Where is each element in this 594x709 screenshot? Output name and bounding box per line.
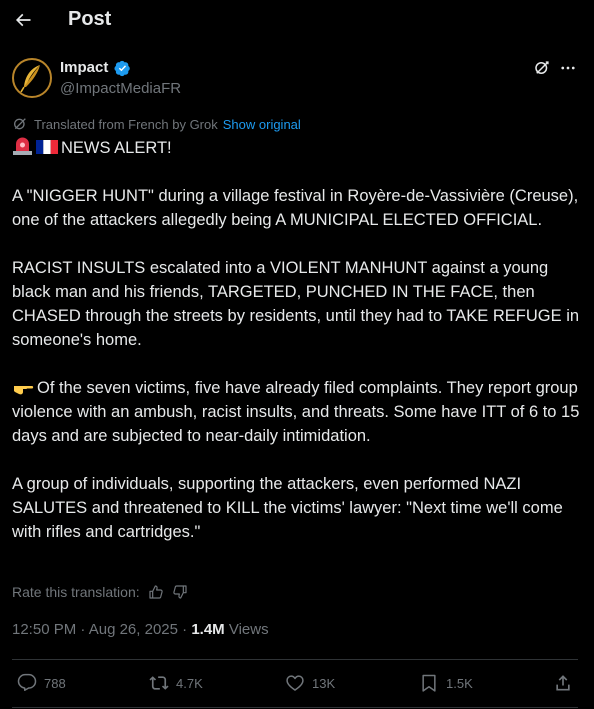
reply-count: 788: [44, 675, 66, 691]
like-button[interactable]: 13K: [285, 673, 335, 693]
grok-small-icon: [14, 118, 26, 130]
author-name[interactable]: Impact: [60, 59, 108, 76]
like-icon: [286, 675, 304, 691]
rate-translation: Rate this translation:: [12, 583, 188, 601]
avatar[interactable]: [12, 58, 52, 98]
post-date[interactable]: Aug 26, 2025: [89, 621, 178, 638]
bookmark-count: 1.5K: [446, 675, 473, 691]
paragraph-1: A "NIGGER HUNT" during a village festiva…: [12, 187, 579, 229]
header-bar: Post: [0, 0, 594, 40]
thumbs-up-icon[interactable]: [148, 584, 164, 600]
divider: [12, 707, 578, 708]
feather-logo-icon: [20, 65, 40, 93]
bookmark-icon: [422, 674, 436, 692]
police-light-emoji: [13, 137, 32, 155]
reply-button[interactable]: 788: [17, 673, 66, 693]
like-count: 13K: [312, 675, 336, 691]
page-title: Post: [68, 8, 112, 30]
post-meta: 12:50 PM · Aug 26, 2025 · 1.4M Views: [12, 621, 269, 638]
share-button[interactable]: [553, 673, 580, 693]
reply-icon: [17, 673, 37, 691]
translation-note-text: Translated from French by Grok: [34, 116, 218, 132]
post-text: NEWS ALERT! A "NIGGER HUNT" during a vil…: [12, 136, 582, 544]
more-icon[interactable]: [559, 58, 577, 78]
repost-count: 4.7K: [176, 675, 203, 691]
repost-button[interactable]: 4.7K: [149, 673, 203, 693]
back-arrow-icon[interactable]: [13, 10, 33, 30]
pointing-hand-emoji: [14, 386, 34, 395]
thumbs-down-icon[interactable]: [172, 584, 188, 600]
meta-separator: ·: [80, 621, 89, 638]
translation-note: Translated from French by Grok Show orig…: [12, 115, 301, 133]
show-original-link[interactable]: Show original: [223, 117, 301, 132]
repost-icon: [149, 676, 169, 690]
alert-text: NEWS ALERT!: [61, 139, 172, 157]
grok-icon[interactable]: [533, 59, 551, 77]
author-handle[interactable]: @ImpactMediaFR: [60, 80, 181, 97]
rate-label: Rate this translation:: [12, 584, 140, 600]
paragraph-3-text: Of the seven victims, five have already …: [12, 379, 580, 445]
france-flag-emoji: [36, 140, 58, 154]
views-count: 1.4M: [191, 621, 225, 638]
paragraph-3: Of the seven victims, five have already …: [12, 376, 582, 448]
views-label: Views: [228, 621, 269, 638]
share-icon: [556, 675, 570, 691]
meta-separator: ·: [182, 621, 192, 638]
bookmark-button[interactable]: 1.5K: [419, 673, 473, 693]
post-time[interactable]: 12:50 PM: [12, 621, 76, 638]
paragraph-2: RACIST INSULTS escalated into a VIOLENT …: [12, 259, 580, 349]
alert-line: NEWS ALERT!: [12, 136, 582, 160]
paragraph-4: A group of individuals, supporting the a…: [12, 475, 563, 541]
verified-badge-icon: [114, 60, 130, 77]
action-bar: 788 4.7K 13K 1.5K: [0, 660, 594, 707]
